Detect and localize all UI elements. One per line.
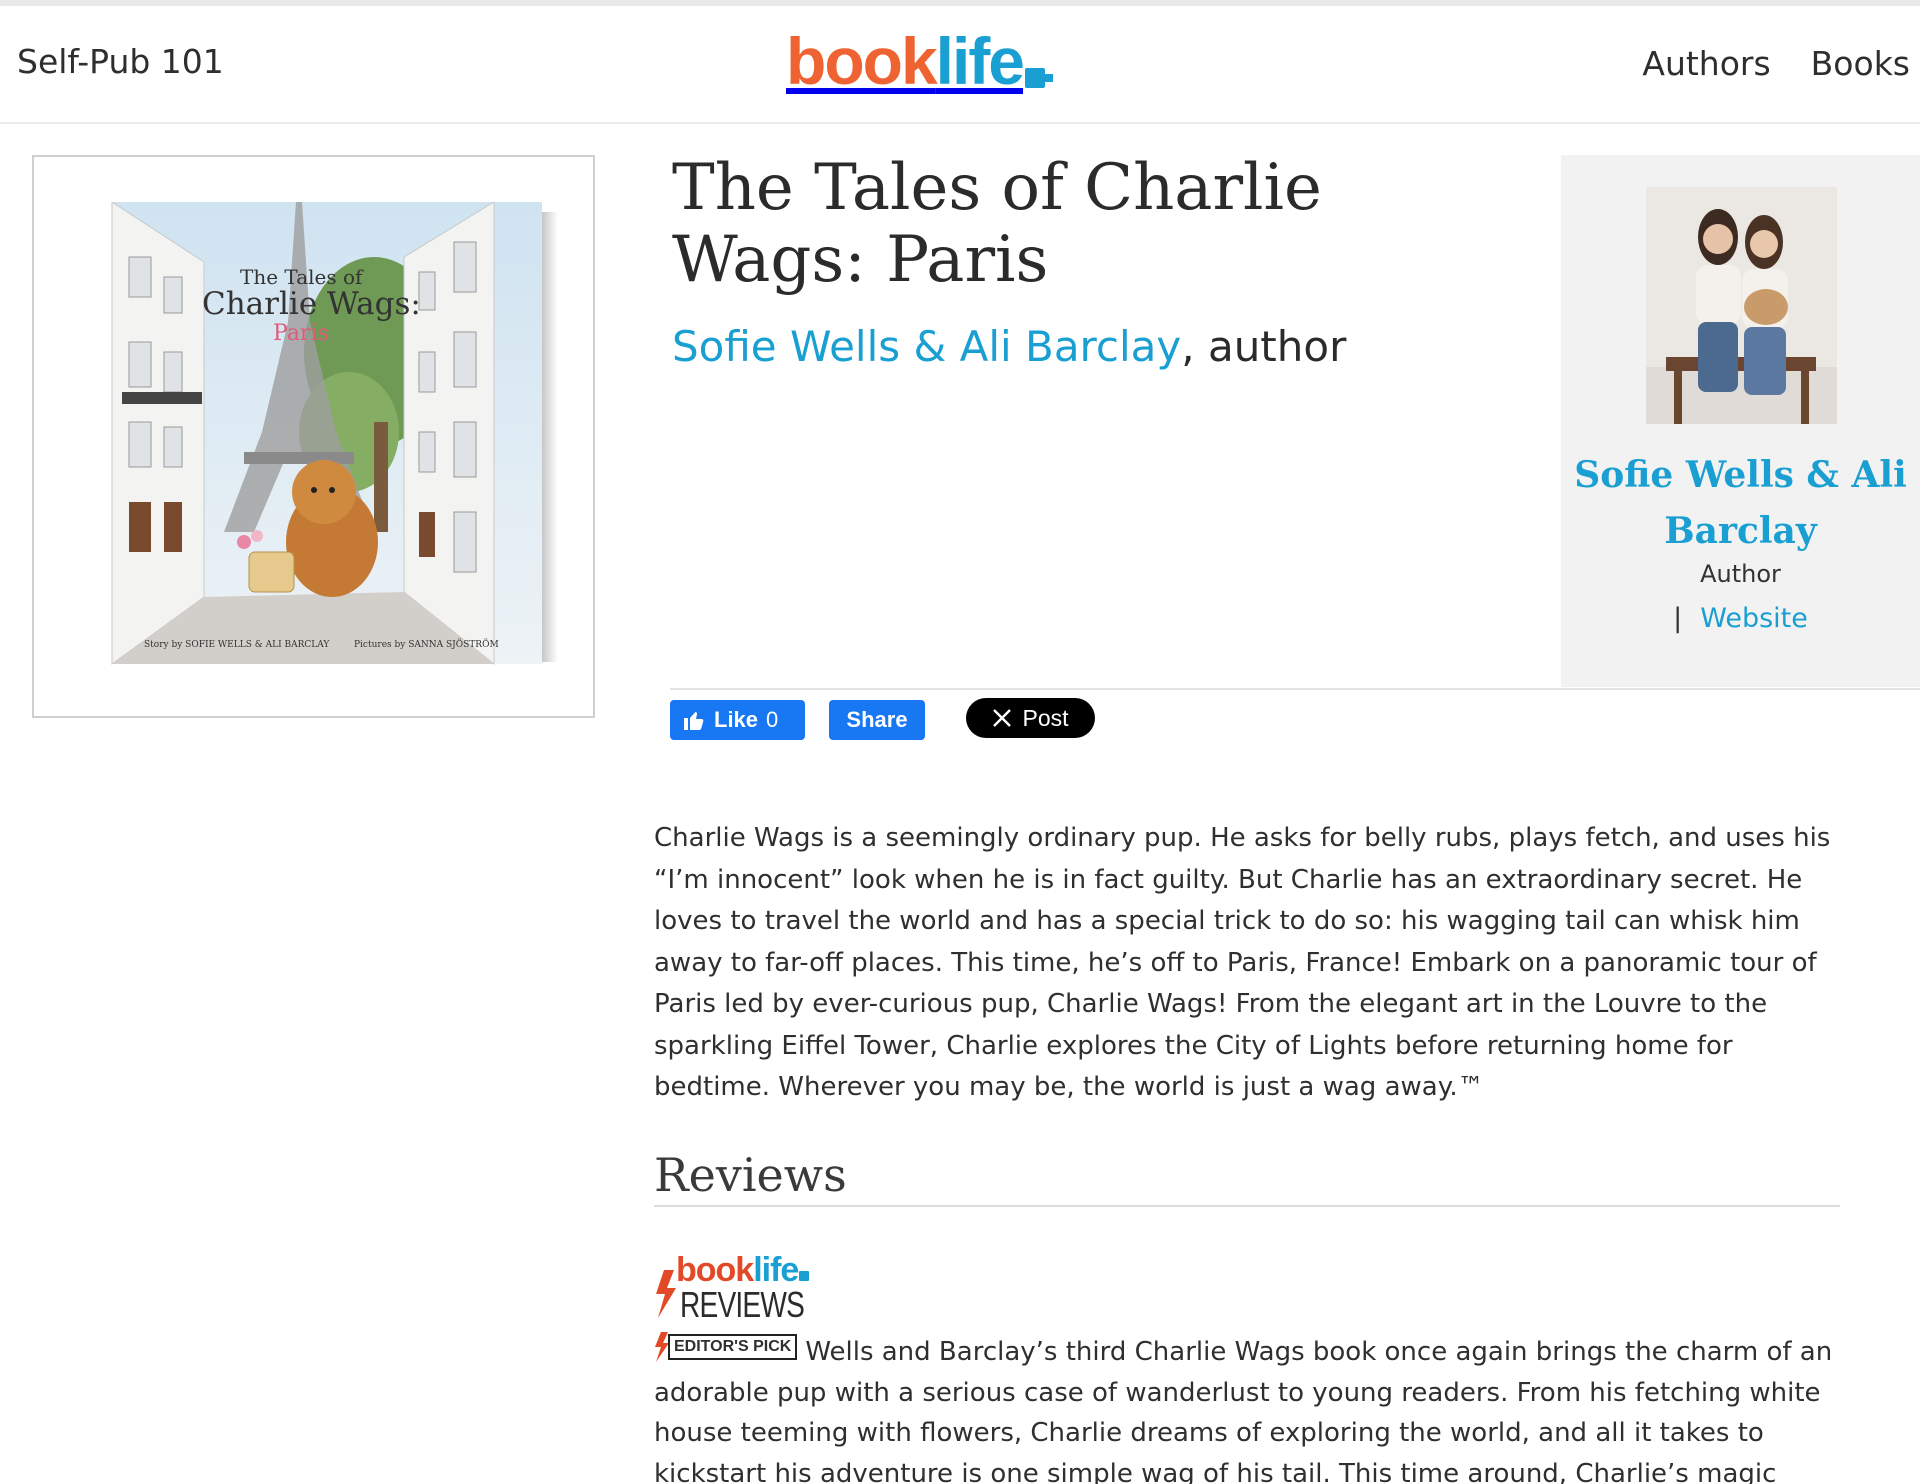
editors-pick-badge: EDITOR'S PICK — [654, 1332, 798, 1362]
link-separator: | — [1673, 603, 1683, 634]
author-link[interactable]: Sofie Wells & Ali Barclay — [672, 322, 1181, 371]
booklife-logo[interactable]: book life — [786, 24, 1054, 98]
plug-icon — [1025, 68, 1054, 88]
book-cover-image: The Tales of Charlie Wags: Paris Story b… — [111, 202, 558, 666]
editors-pick-label: EDITOR'S PICK — [668, 1334, 798, 1360]
like-label: Like — [714, 707, 759, 732]
book-description: Charlie Wags is a seemingly ordinary pup… — [654, 823, 1831, 1102]
lightning-bolt-icon — [656, 1270, 676, 1318]
thumbs-up-icon — [684, 712, 704, 730]
reviews-divider — [654, 1205, 1840, 1207]
post-label: Post — [1022, 704, 1069, 731]
logo-life-text: life — [935, 24, 1025, 98]
review-body: EDITOR'S PICK Wells and Barclay’s third … — [654, 1332, 1844, 1484]
reviews-heading: Reviews — [654, 1148, 847, 1202]
author-card-name[interactable]: Sofie Wells & Ali Barclay — [1561, 447, 1920, 559]
facebook-share-button[interactable]: Share — [829, 700, 925, 740]
book-title: The Tales of Charlie Wags: Paris — [672, 151, 1322, 297]
author-website-link[interactable]: Website — [1700, 603, 1808, 634]
share-divider — [670, 688, 1920, 690]
author-photo-image — [1646, 187, 1837, 424]
logo-book-text: book — [786, 24, 938, 98]
author-card: Sofie Wells & Ali Barclay Author | Websit… — [1561, 155, 1920, 687]
x-post-button[interactable]: Post — [966, 698, 1095, 738]
cover-credit-story: Story by SOFIE WELLS & ALI BARCLAY — [144, 640, 330, 650]
author-card-role: Author — [1700, 560, 1781, 588]
x-logo-icon — [993, 709, 1012, 727]
cover-title-line3: Paris — [273, 321, 329, 346]
site-header: Self-Pub 101 book life Authors Books — [0, 6, 1920, 124]
author-card-links: | Website — [1561, 603, 1920, 634]
cover-title-line2: Charlie Wags: — [202, 286, 421, 322]
author-photo — [1646, 187, 1837, 424]
byline-suffix: , author — [1181, 322, 1347, 371]
book-byline: Sofie Wells & Ali Barclay, author — [672, 322, 1346, 371]
main-nav: Authors Books — [1642, 44, 1910, 83]
nav-books[interactable]: Books — [1811, 44, 1910, 83]
review-text: Wells and Barclay’s third Charlie Wags b… — [654, 1337, 1833, 1484]
facebook-like-button[interactable]: Like 0 — [670, 700, 805, 740]
nav-self-pub-101[interactable]: Self-Pub 101 — [17, 42, 224, 81]
like-count: 0 — [766, 707, 779, 732]
plug-icon — [799, 1271, 810, 1281]
nav-authors[interactable]: Authors — [1642, 44, 1770, 83]
booklife-reviews-logo: booklife REVIEWS — [654, 1252, 814, 1325]
cover-credit-pictures: Pictures by SANNA SJÖSTRÖM — [354, 638, 499, 650]
book-cover-frame: The Tales of Charlie Wags: Paris Story b… — [32, 155, 595, 718]
br-logo-reviews: REVIEWS — [680, 1284, 805, 1325]
